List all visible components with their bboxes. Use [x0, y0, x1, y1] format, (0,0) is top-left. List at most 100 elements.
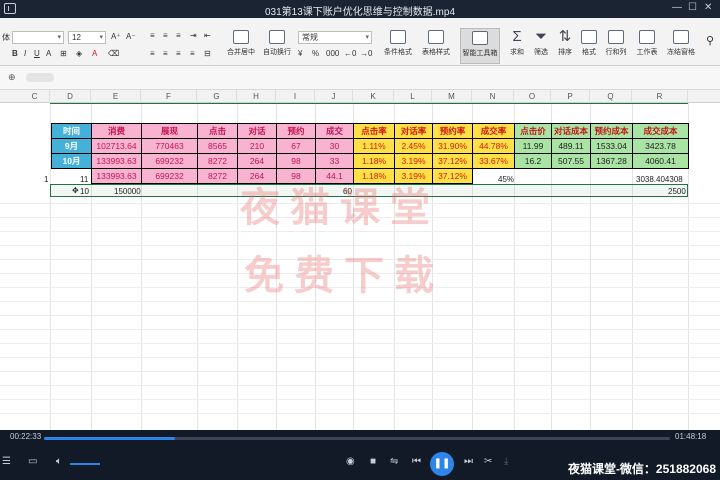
table-cell[interactable]: 16.2	[514, 153, 552, 169]
table-cell[interactable]: 31.90%	[432, 138, 473, 154]
table-cell[interactable]: 30	[315, 138, 354, 154]
table-cell[interactable]: 3.19%	[394, 153, 433, 169]
header-cell[interactable]: 对话率	[394, 123, 433, 139]
spreadsheet-grid[interactable]: 时间 消费 展现 点击 对话 预约 成交 点击率 对话率 预约率 成交率 点击价…	[0, 103, 720, 430]
previous-icon[interactable]: ⏮	[412, 456, 421, 467]
table-cell[interactable]	[515, 169, 552, 184]
font-name-combo[interactable]	[12, 31, 64, 44]
align-top-icon[interactable]: ≡	[150, 31, 155, 40]
table-cell[interactable]: 1.11%	[353, 138, 395, 154]
table-cell[interactable]: 102713.64	[91, 138, 142, 154]
column-header-p[interactable]: P	[551, 90, 590, 103]
stop-icon[interactable]: ■	[370, 456, 376, 467]
seek-bar[interactable]	[44, 437, 670, 440]
column-header-f[interactable]: F	[141, 90, 197, 103]
table-cell[interactable]: 699232	[141, 153, 198, 169]
header-cell[interactable]: 对话	[237, 123, 277, 139]
header-cell[interactable]: 点击	[197, 123, 238, 139]
table-cell[interactable]: 133993.63	[91, 168, 142, 184]
column-header-k[interactable]: K	[353, 90, 394, 103]
table-cell[interactable]: 133993.63	[91, 153, 142, 169]
cell-r-row4[interactable]: 2500	[668, 187, 686, 196]
freeze-panes-button[interactable]: 冻结窗格	[664, 30, 698, 57]
zoom-icon[interactable]: ⊕	[8, 72, 16, 83]
column-header-i[interactable]: I	[276, 90, 315, 103]
next-icon[interactable]: ⏭	[464, 456, 473, 467]
worksheet-button[interactable]: 工作表	[632, 30, 662, 57]
font-grow-icon[interactable]: A⁺	[111, 32, 121, 41]
indent-icon[interactable]: ⇥	[190, 31, 197, 40]
table-cell[interactable]: 2.45%	[394, 138, 433, 154]
align-right-icon[interactable]: ≡	[176, 49, 181, 58]
eraser-icon[interactable]: ⌫	[108, 49, 119, 58]
conditional-format-button[interactable]: 条件格式	[380, 30, 416, 57]
table-cell[interactable]: 37.12%	[432, 153, 473, 169]
border-icon[interactable]: ⊞	[60, 49, 67, 58]
table-cell[interactable]: 699232	[141, 168, 198, 184]
table-cell[interactable]: 8272	[197, 168, 238, 184]
table-cell[interactable]: 4060.41	[632, 153, 689, 169]
column-header-h[interactable]: H	[237, 90, 276, 103]
number-format-combo[interactable]: 常规	[298, 31, 372, 44]
playlist-icon[interactable]: ☰	[2, 456, 11, 467]
header-cell[interactable]: 预约	[276, 123, 316, 139]
name-box[interactable]	[26, 73, 54, 82]
font-color-icon[interactable]: A	[92, 49, 97, 58]
eye-icon[interactable]: ◉	[346, 456, 355, 467]
column-header-m[interactable]: M	[432, 90, 472, 103]
header-cell[interactable]: 成交成本	[632, 123, 689, 139]
smart-toolbox-button[interactable]: 智能工具箱	[460, 28, 500, 64]
align-bottom-icon[interactable]: ≡	[176, 31, 181, 40]
close-icon[interactable]: ✕	[704, 2, 712, 13]
cell-n-row3[interactable]: 45%	[498, 175, 514, 184]
table-cell[interactable]: 3423.78	[632, 138, 689, 154]
distributed-icon[interactable]: ⊟	[204, 49, 211, 58]
align-left-icon[interactable]: ≡	[150, 49, 155, 58]
column-header-j[interactable]: J	[315, 90, 353, 103]
table-cell[interactable]: 1533.04	[590, 138, 633, 154]
header-cell[interactable]: 预约率	[432, 123, 473, 139]
fill-color-icon[interactable]: ◈	[76, 49, 82, 58]
volume-slider[interactable]	[70, 463, 100, 465]
table-cell[interactable]: 8565	[197, 138, 238, 154]
cell-r-row3[interactable]: 3038.404308	[636, 175, 683, 184]
decrease-decimal-icon[interactable]: →0	[360, 49, 372, 58]
merge-center-button[interactable]: 合并居中	[224, 30, 258, 57]
table-cell[interactable]: 1367.28	[590, 153, 633, 169]
header-cell[interactable]: 成交率	[472, 123, 515, 139]
header-cell[interactable]: 成交	[315, 123, 354, 139]
column-header-g[interactable]: G	[197, 90, 237, 103]
sum-button[interactable]: Σ 求和	[506, 29, 528, 57]
table-cell[interactable]: 44.78%	[472, 138, 515, 154]
table-cell[interactable]: 10月	[51, 153, 92, 169]
download-icon[interactable]: ⤓	[504, 456, 508, 467]
column-header-q[interactable]: Q	[590, 90, 632, 103]
header-cell[interactable]: 时间	[51, 123, 92, 139]
percent-icon[interactable]: %	[312, 49, 319, 58]
column-header-n[interactable]: N	[472, 90, 514, 103]
table-cell[interactable]	[552, 169, 591, 184]
font-shrink-icon[interactable]: A⁻	[126, 32, 136, 41]
align-center-icon[interactable]: ≡	[163, 49, 168, 58]
scissors-icon[interactable]: ✂	[484, 456, 492, 467]
header-cell[interactable]: 点击率	[353, 123, 395, 139]
table-style-button[interactable]: 表格样式	[418, 30, 454, 57]
header-cell[interactable]: 点击价	[514, 123, 552, 139]
volume-icon[interactable]: 🔈︎	[56, 456, 62, 467]
table-cell[interactable]: 98	[276, 153, 316, 169]
table-cell[interactable]: 33	[315, 153, 354, 169]
more-icon[interactable]: ⚲	[706, 34, 714, 47]
table-cell[interactable]: 8272	[197, 153, 238, 169]
underline-icon[interactable]: U	[34, 49, 40, 58]
wrap-text-button[interactable]: 自动换行	[260, 30, 294, 57]
strike-icon[interactable]: A	[46, 49, 51, 58]
column-header-l[interactable]: L	[394, 90, 432, 103]
cell-e-row4[interactable]: 150000	[114, 187, 141, 196]
table-cell[interactable]: 67	[276, 138, 316, 154]
table-cell[interactable]: 770463	[141, 138, 198, 154]
header-cell[interactable]: 展现	[141, 123, 198, 139]
cell-d-row4[interactable]: 10	[80, 187, 89, 196]
sort-button[interactable]: ⇅ 排序	[554, 29, 576, 57]
format-button[interactable]: 格式	[578, 30, 600, 57]
table-cell[interactable]: 264	[237, 153, 277, 169]
